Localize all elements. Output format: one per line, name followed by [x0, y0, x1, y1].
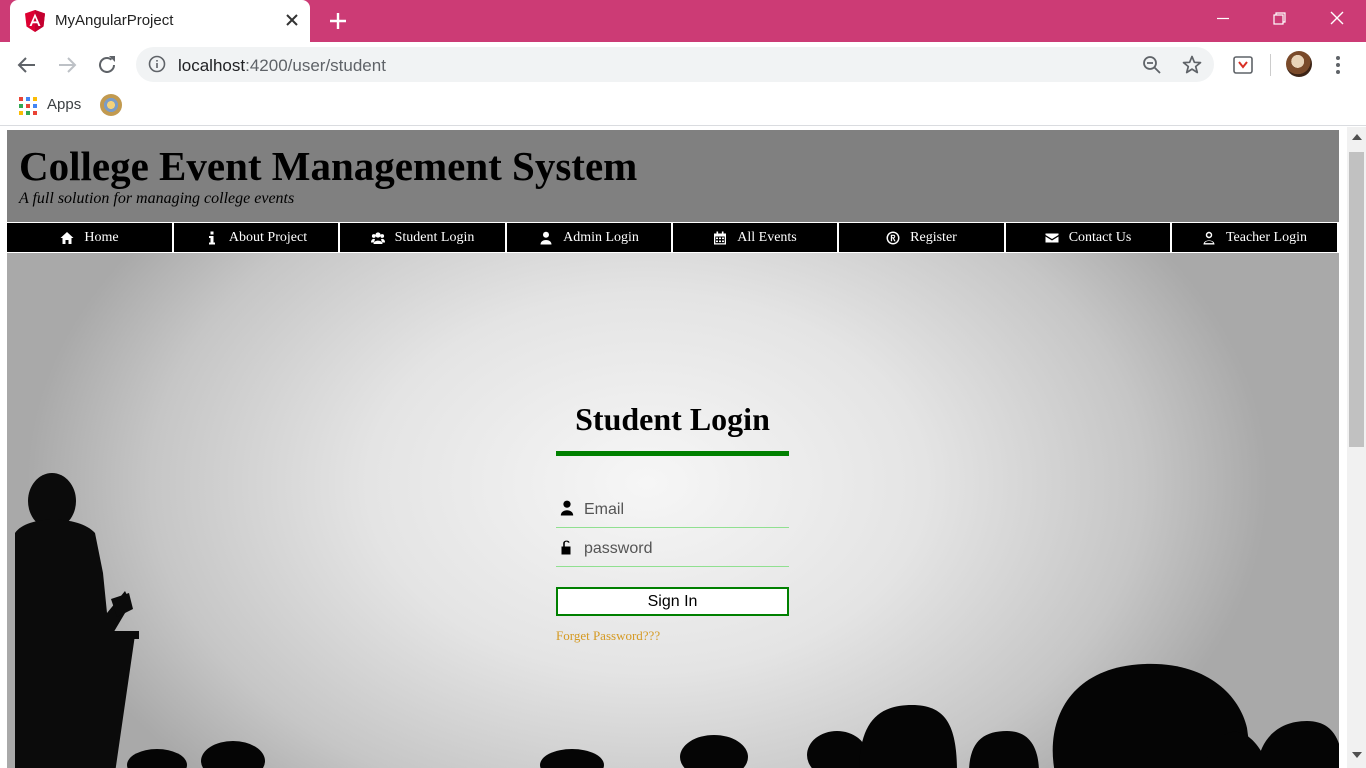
nav-teacher-login[interactable]: Teacher Login — [1172, 223, 1337, 252]
forgot-password-link[interactable]: Forget Password??? — [556, 628, 660, 644]
title-underline — [556, 451, 789, 456]
address-bar[interactable]: localhost:4200/user/student — [136, 47, 1214, 82]
nav-label: Student Login — [394, 229, 475, 245]
nav-student-login[interactable]: Student Login — [340, 223, 505, 252]
close-window-icon[interactable] — [1325, 6, 1349, 30]
user-outline-icon — [1203, 231, 1215, 244]
nav-label: Admin Login — [563, 229, 639, 245]
bookmark-apps[interactable]: Apps — [47, 96, 81, 113]
url-host: localhost — [178, 56, 246, 75]
unlock-icon — [561, 540, 571, 555]
page-scrollbar[interactable] — [1347, 127, 1366, 768]
site-header: College Event Management System A full s… — [7, 130, 1339, 222]
nav-label: All Events — [737, 229, 797, 245]
nav-label: Register — [910, 229, 957, 245]
page-viewport: College Event Management System A full s… — [0, 127, 1366, 768]
scroll-thumb[interactable] — [1349, 152, 1364, 447]
forward-icon[interactable] — [55, 53, 79, 77]
close-tab-icon[interactable] — [281, 9, 303, 31]
nav-admin-login[interactable]: Admin Login — [507, 223, 671, 252]
nav-label: Contact Us — [1068, 229, 1132, 245]
envelope-icon — [1045, 233, 1059, 242]
menu-icon[interactable] — [1326, 53, 1350, 77]
bookmarks-bar: Apps — [0, 88, 1366, 126]
email-input[interactable] — [584, 499, 784, 521]
profile-avatar[interactable] — [1286, 51, 1312, 77]
angular-logo-icon — [25, 10, 45, 32]
calendar-icon — [714, 231, 727, 244]
url-text: localhost:4200/user/student — [178, 56, 386, 76]
nav-label: Teacher Login — [1225, 229, 1308, 245]
users-icon — [370, 231, 385, 244]
scroll-up-arrow-icon[interactable] — [1352, 134, 1362, 140]
page-content: College Event Management System A full s… — [7, 130, 1339, 768]
login-title: Student Login — [575, 401, 770, 437]
nav-all-events[interactable]: All Events — [673, 223, 837, 252]
zoom-icon[interactable] — [1141, 54, 1163, 76]
nav-label: About Project — [228, 229, 308, 245]
restore-icon[interactable] — [1267, 6, 1291, 30]
main-nav: Home About Project Student Login Admin L… — [7, 223, 1339, 253]
bookmark-favicon-icon[interactable] — [100, 94, 122, 116]
back-icon[interactable] — [15, 53, 39, 77]
password-input[interactable] — [584, 538, 784, 560]
password-field — [556, 534, 789, 567]
nav-contact-us[interactable]: Contact Us — [1006, 223, 1170, 252]
browser-tab[interactable]: MyAngularProject — [10, 0, 310, 42]
home-icon — [60, 231, 74, 244]
bookmark-star-icon[interactable] — [1181, 54, 1203, 76]
hero-banner: Student Login Sign In Forget Password??? — [7, 253, 1339, 768]
info-icon — [208, 231, 215, 244]
toolbar-separator — [1270, 54, 1271, 76]
new-tab-icon[interactable] — [326, 9, 350, 33]
user-icon — [560, 500, 574, 516]
url-path: :4200/user/student — [245, 56, 386, 75]
scroll-down-arrow-icon[interactable] — [1352, 752, 1362, 758]
nav-about-project[interactable]: About Project — [174, 223, 338, 252]
minimize-icon[interactable] — [1211, 6, 1235, 30]
user-icon — [540, 231, 552, 244]
nav-home[interactable]: Home — [7, 223, 172, 252]
reload-icon[interactable] — [95, 53, 119, 77]
apps-grid-icon[interactable] — [19, 97, 37, 115]
site-title: College Event Management System — [19, 143, 638, 189]
browser-toolbar: localhost:4200/user/student — [0, 42, 1366, 88]
nav-register[interactable]: Register — [839, 223, 1004, 252]
extension-icon[interactable] — [1231, 53, 1255, 77]
tab-strip: MyAngularProject — [0, 0, 1366, 42]
nav-label: Home — [84, 229, 119, 245]
site-info-icon[interactable] — [148, 55, 166, 73]
site-tagline: A full solution for managing college eve… — [19, 190, 295, 207]
registered-icon — [886, 231, 900, 244]
sign-in-button[interactable]: Sign In — [556, 587, 789, 616]
tab-title: MyAngularProject — [55, 12, 174, 29]
email-field — [556, 495, 789, 528]
